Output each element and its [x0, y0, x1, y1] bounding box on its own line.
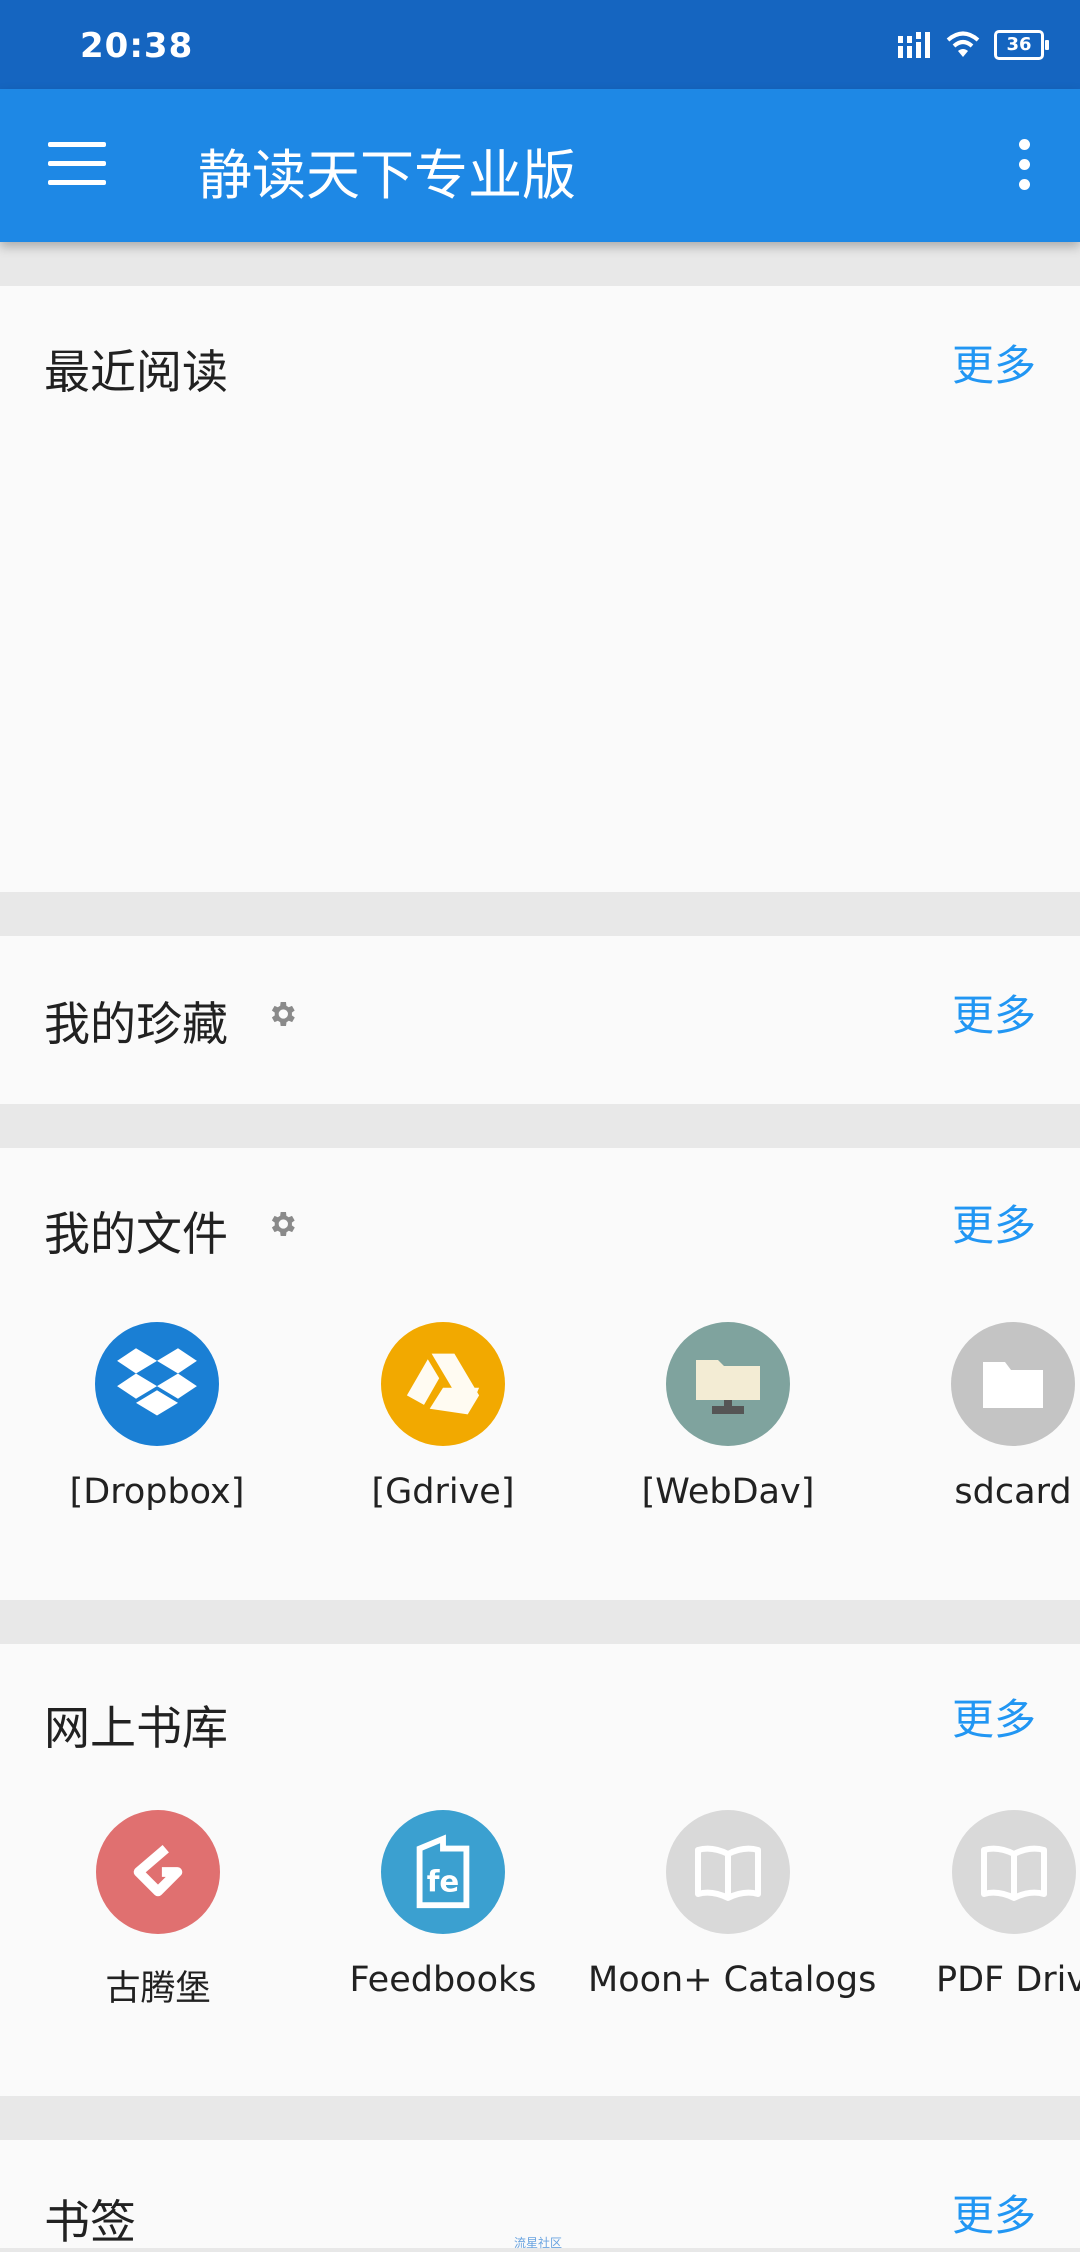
bookmarks-title: 书签	[44, 2195, 136, 2249]
library-item-label: 古腾堡	[105, 1969, 211, 2009]
file-item-label: sdcard	[954, 1472, 1072, 1512]
library-item-label: Feedbooks	[349, 1960, 537, 2000]
status-time: 20:38	[80, 26, 194, 66]
file-item-gdrive[interactable]: [Gdrive]	[303, 1322, 583, 1512]
google-drive-icon	[381, 1322, 505, 1446]
app-bar: 静读天下专业版	[0, 89, 1080, 242]
library-item-moon-catalogs[interactable]: Moon+ Catalogs	[588, 1810, 877, 2000]
folder-icon	[951, 1322, 1075, 1446]
favorites-title: 我的珍藏	[44, 997, 228, 1051]
battery-icon: 36	[994, 30, 1049, 60]
recent-title: 最近阅读	[44, 345, 228, 399]
file-item-dropbox[interactable]: [Dropbox]	[17, 1322, 297, 1512]
files-gear-icon[interactable]	[266, 1208, 298, 1240]
file-item-label: [Gdrive]	[371, 1472, 515, 1512]
book-icon	[666, 1810, 790, 1934]
dropbox-icon	[95, 1322, 219, 1446]
library-item-gutenberg[interactable]: 古腾堡	[18, 1810, 298, 2011]
more-options-icon[interactable]	[1016, 139, 1032, 195]
book-icon	[952, 1810, 1076, 1934]
svg-text:fe: fe	[427, 1865, 460, 1899]
menu-icon[interactable]	[48, 142, 106, 186]
file-item-webdav[interactable]: [WebDav]	[588, 1322, 868, 1512]
library-item-label: PDF Drive	[936, 1960, 1080, 2000]
favorites-more-link[interactable]: 更多	[952, 982, 1036, 1043]
favorites-gear-icon[interactable]	[266, 998, 298, 1030]
online-more-link[interactable]: 更多	[952, 1686, 1036, 1747]
status-bar: 20:38 36	[0, 0, 1080, 89]
wifi-icon	[946, 31, 980, 57]
file-item-label: [WebDav]	[641, 1472, 815, 1512]
bookmarks-section: 书签 更多	[0, 2140, 1080, 2249]
files-more-link[interactable]: 更多	[952, 1192, 1036, 1253]
recent-section: 最近阅读 更多	[0, 286, 1080, 892]
library-item-pdf-drive[interactable]: PDF Drive	[874, 1810, 1080, 2000]
signal-icon	[898, 32, 930, 58]
online-title: 网上书库	[44, 1701, 228, 1755]
gutenberg-icon	[96, 1810, 220, 1934]
bookmarks-more-link[interactable]: 更多	[952, 2182, 1036, 2243]
files-section: 我的文件 更多 [Dropbox] [Gdrive] [WebDav] sdca…	[0, 1148, 1080, 1600]
app-title: 静读天下专业版	[198, 144, 576, 207]
watermark: 流星社区	[514, 2236, 563, 2250]
network-folder-icon	[666, 1322, 790, 1446]
files-title: 我的文件	[44, 1207, 228, 1261]
file-item-sdcard[interactable]: sdcard	[873, 1322, 1080, 1512]
favorites-section: 我的珍藏 更多	[0, 936, 1080, 1104]
file-item-label: [Dropbox]	[69, 1472, 245, 1512]
feedbooks-icon: fe	[381, 1810, 505, 1934]
status-icons: 36	[898, 30, 1049, 60]
recent-more-link[interactable]: 更多	[952, 332, 1036, 393]
online-section: 网上书库 更多 古腾堡 fe Feedbooks Moon+ Catalogs	[0, 1644, 1080, 2096]
library-item-label: Moon+ Catalogs	[588, 1960, 877, 2000]
library-item-feedbooks[interactable]: fe Feedbooks	[303, 1810, 583, 2000]
